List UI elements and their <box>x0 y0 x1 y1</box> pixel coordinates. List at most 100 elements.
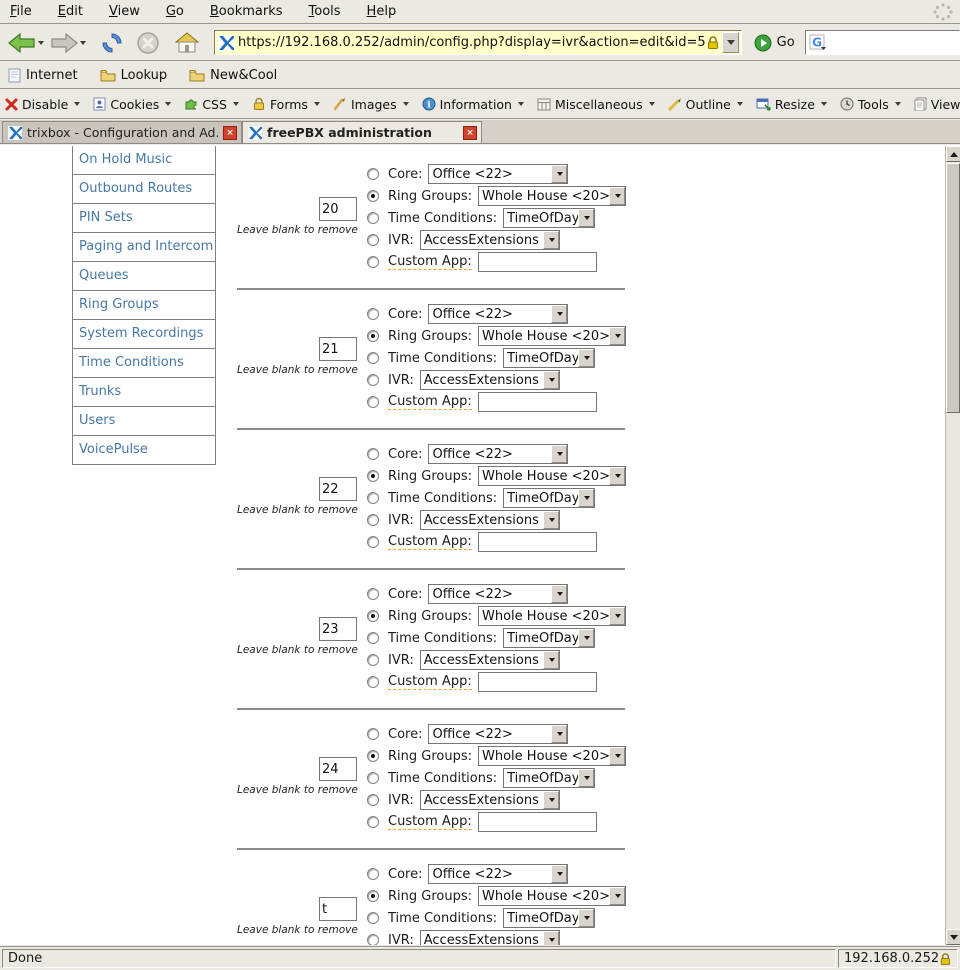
time-conditions-select[interactable]: TimeOfDay <box>503 908 595 928</box>
dropdown-arrow-icon[interactable] <box>543 231 559 249</box>
custom-app-radio[interactable] <box>367 676 379 688</box>
webdev-miscellaneous[interactable]: Miscellaneous <box>537 97 655 112</box>
core-radio[interactable] <box>367 168 379 180</box>
ivr-radio[interactable] <box>367 794 379 806</box>
sidebar-item[interactable]: Paging and Intercom <box>73 233 215 262</box>
core-select[interactable]: Office <22> <box>428 864 568 884</box>
webdev-resize[interactable]: Resize <box>756 97 827 112</box>
custom-app-input[interactable] <box>478 532 597 552</box>
core-select[interactable]: Office <22> <box>428 164 568 184</box>
menu-view[interactable]: View <box>109 4 140 19</box>
dropdown-arrow-icon[interactable] <box>578 629 594 647</box>
custom-app-input[interactable] <box>478 672 597 692</box>
sidebar-item[interactable]: Queues <box>73 262 215 291</box>
home-button[interactable] <box>172 29 202 57</box>
custom-app-input[interactable] <box>478 392 597 412</box>
ring-groups-radio[interactable] <box>367 190 379 202</box>
scrollbar-thumb[interactable] <box>946 163 960 413</box>
dropdown-arrow-icon[interactable] <box>609 327 625 345</box>
dropdown-arrow-icon[interactable] <box>551 585 567 603</box>
time-conditions-select[interactable]: TimeOfDay <box>503 348 595 368</box>
ivr-radio[interactable] <box>367 934 379 945</box>
ivr-radio[interactable] <box>367 234 379 246</box>
entry-digit-input[interactable] <box>319 617 357 641</box>
sidebar-item[interactable]: Outbound Routes <box>73 175 215 204</box>
webdev-view-source[interactable]: View Source <box>914 97 960 112</box>
ring-groups-select[interactable]: Whole House <20> <box>478 606 626 626</box>
url-bar[interactable]: https://192.168.0.252/admin/config.php?d… <box>214 30 742 55</box>
entry-digit-input[interactable] <box>319 477 357 501</box>
time-conditions-radio[interactable] <box>367 772 379 784</box>
webdev-css[interactable]: CSS <box>184 97 239 112</box>
time-conditions-radio[interactable] <box>367 632 379 644</box>
ivr-select[interactable]: AccessExtensions <box>420 790 560 810</box>
webdev-information[interactable]: i Information <box>422 97 524 112</box>
sidebar-item[interactable]: Users <box>73 407 215 436</box>
dropdown-arrow-icon[interactable] <box>551 165 567 183</box>
bookmark-folder-lookup[interactable]: Lookup <box>100 68 168 83</box>
tab-trixbox[interactable]: trixbox - Configuration and Ad... × <box>2 121 242 143</box>
search-input[interactable]: G <box>805 30 960 55</box>
custom-app-radio[interactable] <box>367 816 379 828</box>
scroll-up-button[interactable] <box>946 146 960 162</box>
url-dropdown-button[interactable] <box>722 32 739 53</box>
time-conditions-select[interactable]: TimeOfDay <box>503 628 595 648</box>
dropdown-arrow-icon[interactable] <box>578 909 594 927</box>
ring-groups-select[interactable]: Whole House <20> <box>478 886 626 906</box>
dropdown-arrow-icon[interactable] <box>543 651 559 669</box>
menu-edit[interactable]: Edit <box>58 4 83 19</box>
ring-groups-select[interactable]: Whole House <20> <box>478 746 626 766</box>
webdev-tools[interactable]: Tools <box>840 97 901 112</box>
core-select[interactable]: Office <22> <box>428 304 568 324</box>
menu-file[interactable]: File <box>10 4 32 19</box>
custom-app-input[interactable] <box>478 252 597 272</box>
menu-go[interactable]: Go <box>166 4 184 19</box>
core-select[interactable]: Office <22> <box>428 444 568 464</box>
core-select[interactable]: Office <22> <box>428 724 568 744</box>
webdev-cookies[interactable]: Cookies <box>93 97 171 112</box>
ring-groups-select[interactable]: Whole House <20> <box>478 326 626 346</box>
bookmark-folder-newcool[interactable]: New&Cool <box>189 68 277 83</box>
ivr-select[interactable]: AccessExtensions <box>420 650 560 670</box>
url-text[interactable]: https://192.168.0.252/admin/config.php?d… <box>238 35 706 50</box>
reload-button[interactable] <box>98 29 126 57</box>
webdev-images[interactable]: Images <box>333 97 409 112</box>
sidebar-item[interactable]: Time Conditions <box>73 349 215 378</box>
scroll-down-button[interactable] <box>946 929 960 945</box>
tab-close-icon[interactable]: × <box>223 126 237 140</box>
ivr-radio[interactable] <box>367 514 379 526</box>
entry-digit-input[interactable] <box>319 337 357 361</box>
sidebar-item[interactable]: PIN Sets <box>73 204 215 233</box>
ivr-radio[interactable] <box>367 654 379 666</box>
ring-groups-radio[interactable] <box>367 330 379 342</box>
ring-groups-select[interactable]: Whole House <20> <box>478 186 626 206</box>
forward-dropdown-caret[interactable] <box>80 41 86 45</box>
bookmark-internet[interactable]: Internet <box>8 68 78 83</box>
time-conditions-select[interactable]: TimeOfDay <box>503 768 595 788</box>
forward-button[interactable] <box>48 30 88 56</box>
menu-help[interactable]: Help <box>367 4 397 19</box>
sidebar-item[interactable]: Trunks <box>73 378 215 407</box>
dropdown-arrow-icon[interactable] <box>543 791 559 809</box>
dropdown-arrow-icon[interactable] <box>609 187 625 205</box>
dropdown-arrow-icon[interactable] <box>543 511 559 529</box>
sidebar-item[interactable]: VoicePulse <box>73 436 215 465</box>
sidebar-item[interactable]: System Recordings <box>73 320 215 349</box>
entry-digit-input[interactable] <box>319 197 357 221</box>
ring-groups-radio[interactable] <box>367 610 379 622</box>
dropdown-arrow-icon[interactable] <box>551 865 567 883</box>
core-radio[interactable] <box>367 868 379 880</box>
menu-bookmarks[interactable]: Bookmarks <box>210 4 283 19</box>
ivr-select[interactable]: AccessExtensions <box>420 510 560 530</box>
back-button[interactable] <box>6 30 46 56</box>
custom-app-radio[interactable] <box>367 396 379 408</box>
ring-groups-select[interactable]: Whole House <20> <box>478 466 626 486</box>
dropdown-arrow-icon[interactable] <box>609 607 625 625</box>
webdev-outline[interactable]: Outline <box>668 97 743 112</box>
dropdown-arrow-icon[interactable] <box>578 769 594 787</box>
core-select[interactable]: Office <22> <box>428 584 568 604</box>
time-conditions-select[interactable]: TimeOfDay <box>503 208 595 228</box>
dropdown-arrow-icon[interactable] <box>609 747 625 765</box>
entry-digit-input[interactable] <box>319 757 357 781</box>
tab-close-icon[interactable]: × <box>463 126 477 140</box>
